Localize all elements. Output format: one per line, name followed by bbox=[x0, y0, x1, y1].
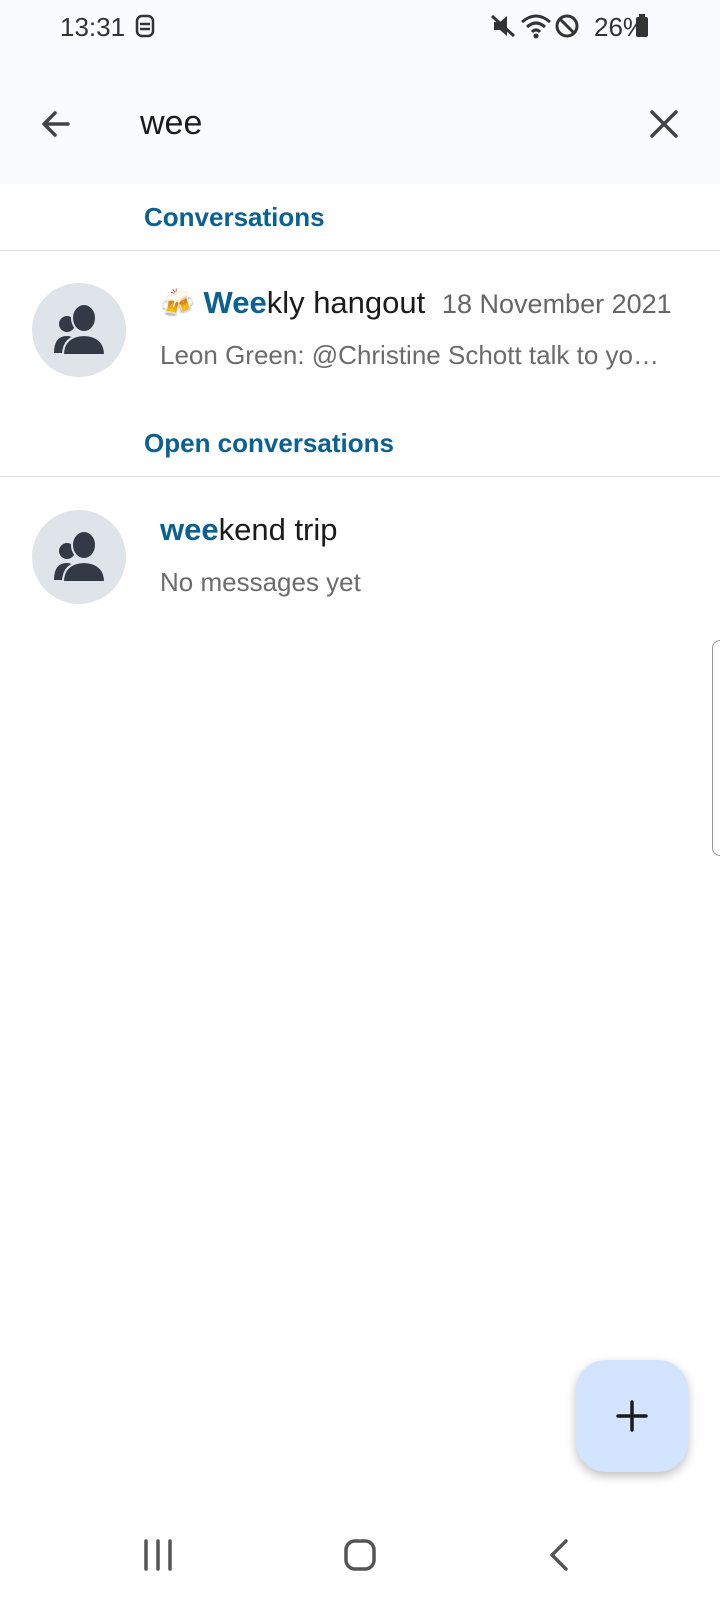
title-match-highlight: Wee bbox=[203, 285, 267, 320]
section-header-conversations: Conversations bbox=[144, 202, 325, 232]
open-conversation-subtitle: No messages yet bbox=[160, 567, 361, 597]
search-input[interactable] bbox=[140, 98, 620, 148]
conversation-title: 🍻 Weekly hangout bbox=[160, 285, 425, 321]
title-match-highlight: wee bbox=[160, 512, 219, 547]
beer-mugs-emoji: 🍻 bbox=[160, 288, 195, 319]
home-button[interactable] bbox=[330, 1530, 390, 1580]
arrow-left-icon bbox=[42, 111, 70, 137]
recent-apps-button[interactable] bbox=[128, 1530, 188, 1580]
back-icon bbox=[550, 1539, 568, 1571]
group-avatar bbox=[32, 283, 126, 377]
clear-search-button[interactable] bbox=[636, 96, 692, 152]
face-id-icon bbox=[134, 12, 156, 45]
conversation-date: 18 November 2021 bbox=[442, 289, 672, 319]
divider bbox=[0, 476, 720, 477]
status-time: 13:31 bbox=[60, 12, 126, 42]
section-header-open-conversations: Open conversations bbox=[144, 428, 394, 458]
plus-icon bbox=[616, 1400, 648, 1432]
group-icon bbox=[54, 530, 107, 583]
do-not-disturb-icon bbox=[554, 12, 580, 45]
back-nav-button[interactable] bbox=[530, 1530, 590, 1580]
wifi-icon bbox=[520, 12, 552, 45]
scroll-handle[interactable] bbox=[712, 640, 720, 856]
divider bbox=[0, 250, 720, 251]
open-conversation-title: weekend trip bbox=[160, 512, 338, 548]
back-button[interactable] bbox=[28, 96, 84, 152]
conversation-item[interactable]: 🍻 Weekly hangout 18 November 2021 Leon G… bbox=[0, 265, 720, 395]
mute-icon bbox=[490, 12, 516, 45]
title-rest: kend trip bbox=[218, 512, 338, 547]
status-bar: 13:31 26% bbox=[0, 0, 720, 56]
battery-icon bbox=[634, 12, 650, 45]
open-conversation-item[interactable]: weekend trip No messages yet bbox=[0, 492, 720, 622]
new-conversation-button[interactable] bbox=[576, 1360, 688, 1472]
home-icon bbox=[344, 1539, 376, 1571]
close-icon bbox=[650, 110, 678, 138]
recent-apps-icon bbox=[144, 1539, 172, 1571]
group-icon bbox=[54, 303, 107, 356]
conversation-last-message: Leon Green: @Christine Schott talk to yo… bbox=[160, 340, 659, 370]
group-avatar bbox=[32, 510, 126, 604]
title-rest: kly hangout bbox=[266, 285, 426, 320]
